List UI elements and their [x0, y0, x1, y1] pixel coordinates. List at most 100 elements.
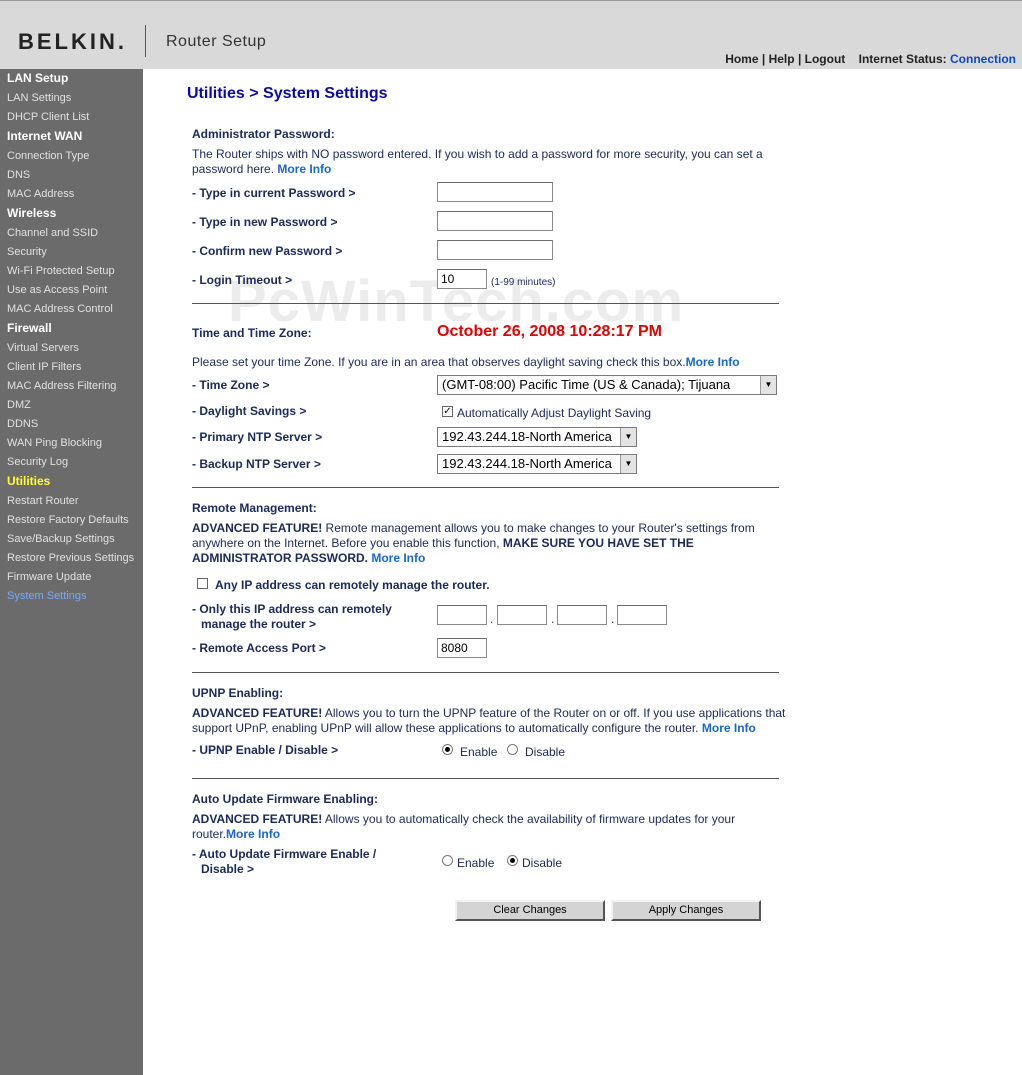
sidebar-heading-lan-setup: LAN Setup [7, 71, 69, 85]
sidebar-item-dns[interactable]: DNS [7, 169, 30, 181]
sidebar-item-firmware-update[interactable]: Firmware Update [7, 571, 91, 583]
sidebar-item-restart-router[interactable]: Restart Router [7, 495, 79, 507]
logout-link[interactable]: Logout [805, 52, 846, 66]
ip-dot: . [611, 612, 615, 626]
sidebar-heading-utilities: Utilities [7, 474, 51, 488]
sidebar-item-access-point[interactable]: Use as Access Point [7, 284, 107, 296]
remote-ip-octet-1[interactable] [437, 605, 487, 625]
remote-port-label: - Remote Access Port > [192, 641, 326, 655]
sidebar-heading-firewall: Firewall [7, 321, 52, 335]
ip-dot: . [490, 612, 494, 626]
remote-ip-octet-3[interactable] [557, 605, 607, 625]
admin-desc-line2: password here. More Info [192, 162, 331, 176]
backup-ntp-select[interactable]: 192.43.244.18-North America ▼ [437, 454, 637, 474]
sidebar-item-client-ip-filters[interactable]: Client IP Filters [7, 361, 81, 373]
help-link[interactable]: Help [769, 52, 795, 66]
sidebar-item-wan-ping-blocking[interactable]: WAN Ping Blocking [7, 437, 102, 449]
auto-update-desc-line2: router.More Info [192, 827, 280, 841]
login-timeout-label: - Login Timeout > [192, 273, 293, 287]
upnp-enable-label: Enable [460, 745, 498, 759]
primary-ntp-select[interactable]: 192.43.244.18-North America ▼ [437, 427, 637, 447]
internet-status-link[interactable]: Connection [950, 52, 1016, 66]
upnp-desc-text2: support UPnP, enabling UPnP will allow t… [192, 721, 699, 735]
upnp-disable-radio[interactable] [507, 744, 518, 755]
time-zone-heading: Time and Time Zone: [192, 326, 312, 340]
upnp-enable-radio[interactable] [442, 744, 453, 755]
auto-update-desc-line1: ADVANCED FEATURE! Allows you to automati… [192, 812, 735, 826]
sidebar-item-save-backup-settings[interactable]: Save/Backup Settings [7, 533, 115, 545]
section-divider [192, 487, 779, 488]
header-bar: BELKIN. Router Setup Home | Help | Logou… [0, 0, 1022, 69]
internet-status-label: Internet Status: [858, 52, 947, 66]
remote-ip-octet-2[interactable] [497, 605, 547, 625]
sidebar-item-mac-address[interactable]: MAC Address [7, 188, 74, 200]
admin-desc-text: password here. [192, 162, 275, 176]
auto-update-label-line2: Disable > [201, 862, 255, 876]
sidebar-item-security[interactable]: Security [7, 246, 47, 258]
admin-more-info-link[interactable]: More Info [277, 162, 331, 176]
auto-update-disable-radio[interactable] [507, 855, 518, 866]
sidebar-item-system-settings[interactable]: System Settings [7, 590, 86, 602]
remote-warning-text2: ADMINISTRATOR PASSWORD. [192, 551, 368, 565]
daylight-savings-label: - Daylight Savings > [192, 404, 307, 418]
new-password-label: - Type in new Password > [192, 215, 338, 229]
confirm-password-label: - Confirm new Password > [192, 244, 343, 258]
any-ip-label: Any IP address can remotely manage the r… [215, 578, 490, 592]
login-timeout-input[interactable] [437, 269, 487, 289]
time-zone-more-info-link[interactable]: More Info [686, 355, 740, 369]
current-password-input[interactable] [437, 182, 553, 202]
sidebar-item-connection-type[interactable]: Connection Type [7, 150, 89, 162]
sidebar-item-mac-filtering[interactable]: MAC Address Filtering [7, 380, 116, 392]
sidebar-item-wps[interactable]: Wi-Fi Protected Setup [7, 265, 115, 277]
sidebar-item-restore-factory-defaults[interactable]: Restore Factory Defaults [7, 514, 129, 526]
primary-ntp-selected-value: 192.43.244.18-North America [442, 429, 612, 444]
belkin-logo: BELKIN. [18, 29, 127, 54]
daylight-savings-checkbox[interactable]: ✓ [442, 406, 453, 417]
apply-changes-button[interactable]: Apply Changes [611, 900, 761, 921]
sidebar-item-dmz[interactable]: DMZ [7, 399, 31, 411]
remote-desc-line1: ADVANCED FEATURE! Remote management allo… [192, 521, 755, 535]
app-title: Router Setup [166, 33, 267, 50]
confirm-password-input[interactable] [437, 240, 553, 260]
daylight-savings-text: Automatically Adjust Daylight Saving [457, 406, 652, 420]
remote-management-heading: Remote Management: [192, 501, 317, 515]
new-password-input[interactable] [437, 211, 553, 231]
upnp-desc-line1: ADVANCED FEATURE! Allows you to turn the… [192, 706, 785, 720]
auto-update-label-line1: - Auto Update Firmware Enable / [192, 847, 377, 861]
auto-update-desc-text1: Allows you to automatically check the av… [322, 812, 736, 826]
auto-update-more-info-link[interactable]: More Info [226, 827, 280, 841]
sidebar-item-dhcp-client-list[interactable]: DHCP Client List [7, 111, 89, 123]
any-ip-checkbox[interactable] [197, 578, 208, 589]
section-divider [192, 303, 779, 304]
upnp-heading: UPNP Enabling: [192, 686, 284, 700]
remote-desc-text2: anywhere on the Internet. Before you ena… [192, 536, 503, 550]
home-link[interactable]: Home [725, 52, 758, 66]
sidebar-item-security-log[interactable]: Security Log [7, 456, 68, 468]
sidebar-item-virtual-servers[interactable]: Virtual Servers [7, 342, 79, 354]
sidebar-heading-wireless: Wireless [7, 206, 57, 220]
sidebar-item-ddns[interactable]: DDNS [7, 418, 38, 430]
remote-more-info-link[interactable]: More Info [371, 551, 425, 565]
nav-separator: | [797, 52, 802, 66]
time-zone-select[interactable]: (GMT-08:00) Pacific Time (US & Canada); … [437, 375, 777, 395]
clear-changes-button[interactable]: Clear Changes [455, 900, 605, 921]
chevron-down-icon: ▼ [760, 376, 776, 394]
sidebar-item-mac-control[interactable]: MAC Address Control [7, 303, 113, 315]
upnp-desc-text1: Allows you to turn the UPNP feature of t… [322, 706, 786, 720]
auto-update-heading: Auto Update Firmware Enabling: [192, 792, 379, 806]
sidebar-item-lan-settings[interactable]: LAN Settings [7, 92, 71, 104]
upnp-desc-line2: support UPnP, enabling UPnP will allow t… [192, 721, 756, 735]
login-timeout-hint: (1-99 minutes) [491, 277, 556, 288]
remote-advanced-feature: ADVANCED FEATURE! [192, 521, 323, 535]
remote-port-input[interactable] [437, 638, 487, 658]
remote-ip-octet-4[interactable] [617, 605, 667, 625]
logo-divider [145, 25, 146, 57]
remote-warning-text: MAKE SURE YOU HAVE SET THE [502, 536, 694, 550]
sidebar-item-restore-previous-settings[interactable]: Restore Previous Settings [7, 552, 134, 564]
admin-password-heading: Administrator Password: [192, 127, 335, 141]
only-ip-label-line2: manage the router > [201, 617, 317, 631]
backup-ntp-selected-value: 192.43.244.18-North America [442, 456, 612, 471]
sidebar-item-channel-ssid[interactable]: Channel and SSID [7, 227, 98, 239]
auto-update-enable-radio[interactable] [442, 855, 453, 866]
upnp-more-info-link[interactable]: More Info [702, 721, 756, 735]
